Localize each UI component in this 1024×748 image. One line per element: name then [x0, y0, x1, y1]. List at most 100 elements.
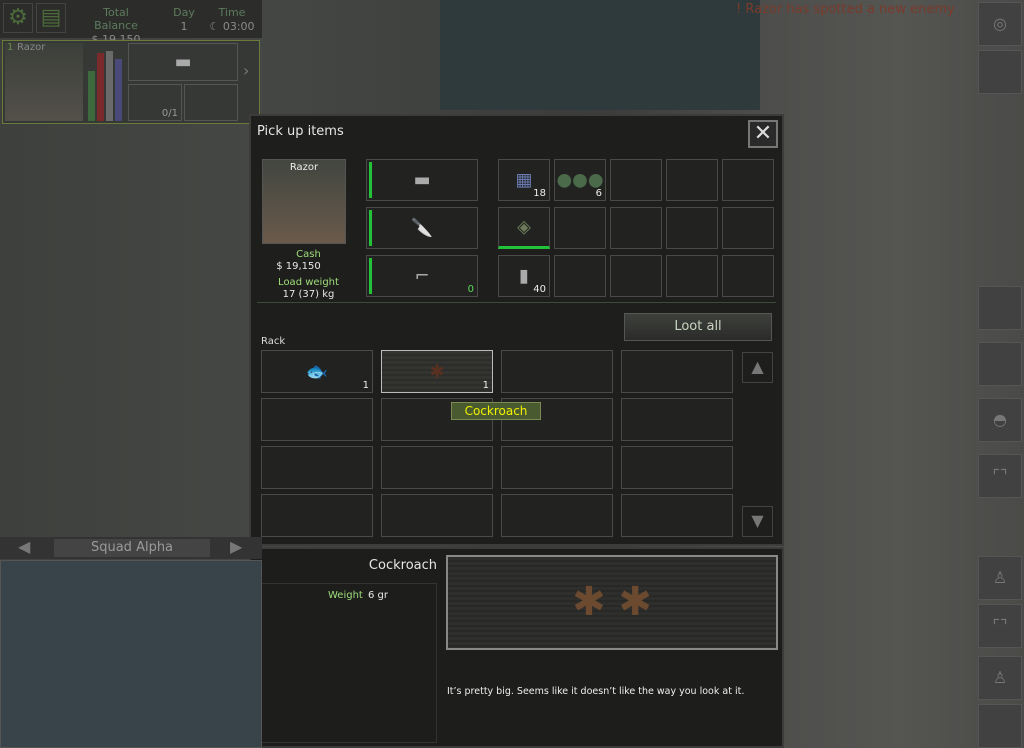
rack-slot[interactable]: [501, 494, 613, 537]
next-squad-icon[interactable]: ▶: [230, 537, 242, 556]
cash-label: Cash: [296, 249, 321, 260]
day: Day 1: [166, 6, 202, 33]
ammo-slot[interactable]: 0/1: [128, 84, 182, 121]
side-button[interactable]: [978, 286, 1022, 330]
rack-slot[interactable]: [381, 494, 493, 537]
rack-slot[interactable]: [261, 494, 373, 537]
balance-label: Total Balance: [94, 6, 138, 32]
merc-name: Razor: [289, 162, 319, 173]
cockroach-image: ✱ ✱: [446, 555, 778, 650]
weapon-slot-pistol[interactable]: ⌐ 0: [366, 255, 478, 297]
top-hud: ⚙ ▤ Total Balance$ 19,150 Day1 Time☾ 03:…: [0, 0, 262, 46]
water-area: [440, 0, 760, 110]
gear-icon[interactable]: ⚙: [3, 3, 33, 33]
machete-icon: ▬: [413, 169, 431, 191]
minimap[interactable]: [0, 560, 262, 748]
radar-button[interactable]: ◎: [978, 2, 1022, 46]
rack-label: Rack: [261, 336, 286, 347]
weight-value: 6 gr: [368, 590, 388, 601]
inventory-slot[interactable]: [610, 207, 662, 249]
merc-index: 1: [7, 42, 14, 53]
laptop-icon[interactable]: ▤: [36, 3, 66, 33]
dialog-title: Pick up items: [257, 124, 344, 139]
scroll-up-button[interactable]: ▲: [742, 352, 773, 383]
inventory-slot[interactable]: [722, 255, 774, 297]
item-count: 6: [595, 188, 602, 199]
day-value: 1: [180, 20, 188, 33]
health-bar: [88, 71, 95, 121]
inventory-slot[interactable]: ●●● 6: [554, 159, 606, 201]
chevron-right-icon[interactable]: ›: [243, 61, 249, 80]
weight-label: Weight: [328, 590, 363, 601]
morale-bar: [106, 51, 113, 121]
rack-slot-fish[interactable]: 🐟 1: [261, 350, 373, 393]
knife-icon: 🔪: [410, 217, 434, 239]
side-button[interactable]: [978, 704, 1022, 748]
rack-slot[interactable]: [381, 446, 493, 489]
prev-squad-icon[interactable]: ◀: [18, 537, 30, 556]
pick-up-items-dialog: Pick up items ✕ Razor Cash $ 19,150 Load…: [249, 114, 784, 546]
rack-slot[interactable]: [261, 398, 373, 441]
action-bar: [115, 59, 122, 121]
inventory-slot[interactable]: [554, 255, 606, 297]
stand-button[interactable]: ♙: [978, 656, 1022, 700]
time-value: ☾ 03:00: [209, 20, 255, 33]
item-tooltip: Cockroach: [451, 402, 541, 420]
alert-text: Razor has spotted a new enemy: [745, 2, 955, 17]
secondary-slot[interactable]: [184, 84, 238, 121]
side-button[interactable]: [978, 50, 1022, 94]
weapon-slot-machete[interactable]: ▬: [366, 159, 478, 201]
primary-weapon-slot[interactable]: ▬: [128, 43, 238, 81]
inventory-slot[interactable]: ▦ 18: [498, 159, 550, 201]
rack-slot[interactable]: [621, 446, 733, 489]
explosive-icon: ◈: [517, 216, 531, 238]
time: Time ☾ 03:00: [206, 6, 258, 33]
rack-slot[interactable]: [501, 446, 613, 489]
cash-value: $ 19,150: [276, 261, 321, 272]
time-label: Time: [218, 6, 246, 19]
cockroach-icon: ✱: [429, 361, 445, 382]
item-count: 1: [482, 380, 489, 391]
rack-slot[interactable]: [501, 350, 613, 393]
merc-portrait: Razor: [262, 159, 346, 244]
inventory-slot[interactable]: [666, 159, 718, 201]
inventory-slot[interactable]: [610, 159, 662, 201]
merc-portrait: [5, 43, 83, 121]
item-count: 1: [362, 380, 369, 391]
ammo-count: 0/1: [161, 108, 178, 119]
pistol-ammo-count: 0: [467, 284, 474, 295]
rack-slot[interactable]: [261, 446, 373, 489]
target-button[interactable]: ⌜⌝: [978, 454, 1022, 498]
crouch-button[interactable]: ♙: [978, 556, 1022, 600]
weapon-slot-knife[interactable]: 🔪: [366, 207, 478, 249]
item-name: Cockroach: [368, 558, 437, 573]
target-button[interactable]: ⌜⌝: [978, 604, 1022, 648]
stance-button[interactable]: ◓: [978, 398, 1022, 442]
close-button[interactable]: ✕: [748, 120, 778, 148]
rack-slot[interactable]: [621, 398, 733, 441]
merc-card[interactable]: 1 Razor ▬ 0/1 ›: [2, 40, 260, 124]
load-weight-value: 17 (37) kg: [282, 289, 335, 300]
shotgun-icon: ▬: [174, 51, 192, 73]
divider: [257, 302, 776, 303]
day-label: Day: [173, 6, 195, 19]
inventory-slot[interactable]: [554, 207, 606, 249]
energy-bar: [97, 53, 104, 121]
inventory-slot[interactable]: [666, 207, 718, 249]
loot-all-button[interactable]: Loot all: [624, 313, 772, 341]
squad-name: Squad Alpha: [54, 539, 210, 557]
inventory-slot[interactable]: ◈: [498, 207, 550, 249]
inventory-slot[interactable]: [722, 159, 774, 201]
inventory-slot[interactable]: [722, 207, 774, 249]
inventory-slot[interactable]: [610, 255, 662, 297]
scroll-down-button[interactable]: ▼: [742, 506, 773, 537]
inventory-slot[interactable]: ▮ 40: [498, 255, 550, 297]
inventory-slot[interactable]: [666, 255, 718, 297]
fish-icon: 🐟: [305, 361, 329, 382]
rack-slot-cockroach[interactable]: ✱ 1: [381, 350, 493, 393]
rack-slot[interactable]: [621, 494, 733, 537]
enemy-alert: ! Razor has spotted a new enemy: [736, 2, 955, 17]
item-description: It’s pretty big. Seems like it doesn’t l…: [447, 686, 745, 697]
side-button[interactable]: [978, 342, 1022, 386]
rack-slot[interactable]: [621, 350, 733, 393]
